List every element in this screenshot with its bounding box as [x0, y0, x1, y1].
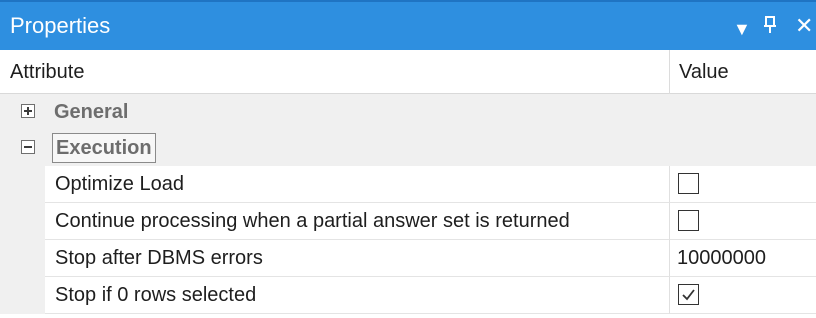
row-gutter — [0, 203, 45, 240]
panel-titlebar: Properties ▼ ✕ — [0, 0, 816, 50]
property-row-continue-processing[interactable]: Continue processing when a partial answe… — [0, 203, 816, 240]
properties-panel: Properties ▼ ✕ Attribute Value General E… — [0, 0, 816, 318]
continue-processing-checkbox[interactable] — [678, 210, 699, 231]
stop-if-zero-rows-checkbox[interactable] — [678, 284, 699, 305]
property-name: Optimize Load — [55, 173, 184, 195]
category-label-general: General — [54, 101, 129, 123]
property-row-optimize-load[interactable]: Optimize Load — [0, 166, 816, 203]
property-name-cell[interactable]: Continue processing when a partial answe… — [45, 203, 669, 240]
minus-box-icon[interactable] — [21, 140, 35, 154]
column-header-attribute[interactable]: Attribute — [10, 59, 84, 85]
column-header-row: Attribute Value — [0, 50, 816, 94]
column-divider[interactable] — [669, 50, 670, 94]
dropdown-arrow-icon[interactable]: ▼ — [733, 15, 751, 43]
property-row-stop-if-zero-rows[interactable]: Stop if 0 rows selected — [0, 277, 816, 314]
plus-box-icon[interactable] — [21, 104, 35, 118]
property-value-cell[interactable] — [669, 203, 816, 240]
property-name: Stop if 0 rows selected — [55, 284, 257, 306]
property-value-cell[interactable] — [669, 277, 816, 314]
category-execution[interactable]: Execution — [0, 130, 816, 166]
property-name: Stop after DBMS errors — [55, 247, 263, 269]
property-row-stop-after-dbms-errors[interactable]: Stop after DBMS errors 10000000 — [0, 240, 816, 277]
pin-icon[interactable] — [763, 14, 777, 42]
dbms-errors-value[interactable]: 10000000 — [677, 245, 766, 271]
checkmark-icon — [682, 289, 695, 301]
minus-horizontal — [24, 146, 32, 148]
column-header-value[interactable]: Value — [679, 59, 729, 85]
optimize-load-checkbox[interactable] — [678, 173, 699, 194]
row-gutter — [0, 277, 45, 314]
row-gutter — [0, 240, 45, 277]
category-label-execution: Execution — [52, 133, 156, 163]
property-value-cell[interactable]: 10000000 — [669, 240, 816, 277]
plus-vertical — [27, 107, 29, 115]
pin-glyph — [764, 16, 776, 33]
panel-title: Properties — [10, 13, 111, 38]
property-value-cell[interactable] — [669, 166, 816, 203]
property-name-cell[interactable]: Optimize Load — [45, 166, 669, 203]
close-icon[interactable]: ✕ — [795, 12, 813, 40]
property-name: Continue processing when a partial answe… — [55, 210, 570, 232]
property-name-cell[interactable]: Stop if 0 rows selected — [45, 277, 669, 314]
property-name-cell[interactable]: Stop after DBMS errors — [45, 240, 669, 277]
category-general[interactable]: General — [0, 94, 816, 130]
row-gutter — [0, 166, 45, 203]
